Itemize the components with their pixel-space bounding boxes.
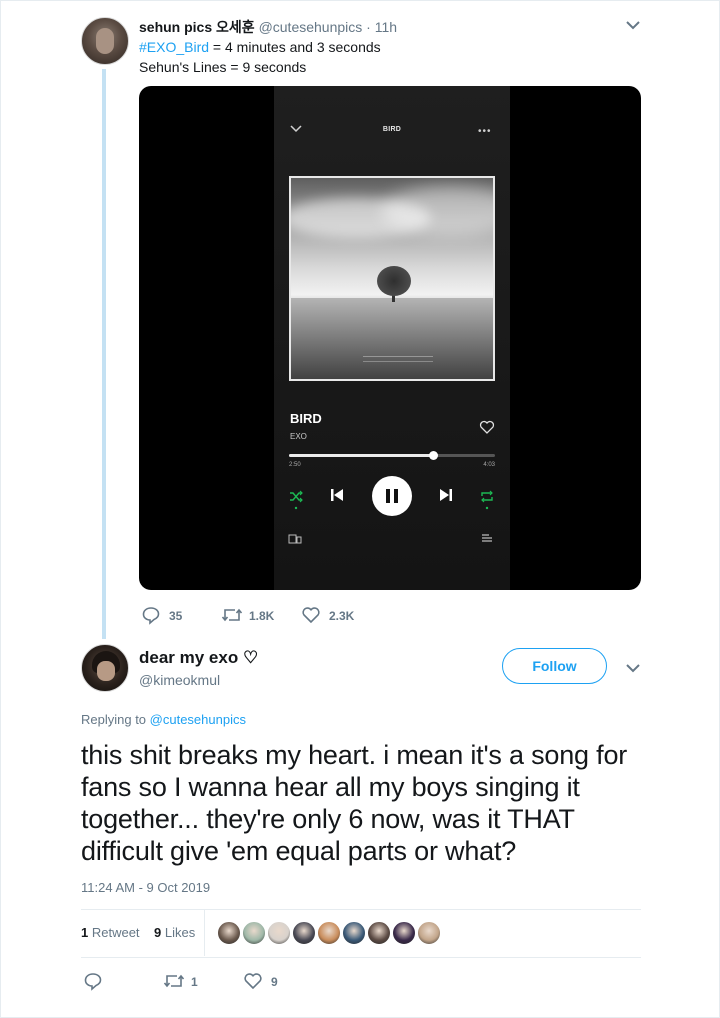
display-name[interactable]: dear my exo ♡: [139, 648, 258, 668]
retweet-icon: [163, 974, 185, 988]
retweets-stat[interactable]: 1 Retweet: [81, 925, 140, 940]
parent-tweet-line-1: #EXO_Bird = 4 minutes and 3 seconds: [139, 37, 381, 57]
progress-fill: [289, 454, 434, 457]
retweet-count: 1.8K: [249, 609, 275, 623]
album-cover: [289, 176, 495, 381]
like-count: 9: [271, 975, 278, 989]
reply-icon: [84, 973, 102, 991]
heart-icon: [244, 973, 262, 990]
parent-tweet-line-1-rest: = 4 minutes and 3 seconds: [209, 39, 381, 55]
parent-username[interactable]: @cutesehunpics: [259, 19, 363, 35]
tweet-text: this shit breaks my heart. i mean it's a…: [81, 740, 628, 866]
parent-tweet-time[interactable]: · 11h: [366, 19, 397, 35]
elapsed-time: 2:50: [289, 462, 301, 468]
queue-icon: [482, 534, 492, 542]
chevron-down-icon[interactable]: [623, 658, 643, 678]
avatar[interactable]: [81, 644, 129, 692]
liker-avatar[interactable]: [267, 921, 291, 945]
total-duration: 4:03: [483, 462, 495, 468]
parent-display-name[interactable]: sehun pics 오세훈: [139, 19, 255, 35]
tweet-timestamp[interactable]: 11:24 AM - 9 Oct 2019: [81, 880, 210, 895]
shuffle-icon: [290, 490, 303, 510]
reply-icon: [142, 607, 160, 625]
media-video[interactable]: BIRD ••• BIRD EXO 2:50 4:03: [139, 86, 641, 590]
liker-avatar[interactable]: [217, 921, 241, 945]
divider: [81, 909, 641, 910]
liker-avatar[interactable]: [242, 921, 266, 945]
chevron-down-icon[interactable]: [623, 15, 643, 35]
player-header-title: BIRD: [382, 126, 402, 133]
parent-tweet-text: #EXO_Bird = 4 minutes and 3 seconds Sehu…: [139, 37, 381, 77]
devices-icon: [288, 534, 302, 544]
like-song-icon: [479, 420, 495, 434]
avatar-face: [96, 28, 114, 54]
retweet-count: 1: [191, 975, 198, 989]
username[interactable]: @kimeokmul: [139, 672, 220, 688]
likes-stat[interactable]: 9 Likes: [154, 925, 195, 940]
stats-separator: [204, 910, 205, 956]
retweets-stat-label: Retweet: [88, 925, 140, 940]
mention-link[interactable]: @cutesehunpics: [150, 712, 246, 727]
likes-stat-label: Likes: [161, 925, 196, 940]
artist-name: EXO: [290, 432, 307, 441]
progress-bar: [289, 451, 495, 460]
progress-knob: [429, 451, 439, 460]
replying-to: Replying to @cutesehunpics: [81, 712, 246, 727]
follow-button[interactable]: Follow: [502, 648, 607, 684]
reply-count: 35: [169, 609, 183, 623]
thread-connector-line: [102, 69, 106, 639]
divider: [81, 957, 641, 958]
parent-tweet-line-2: Sehun's Lines = 9 seconds: [139, 59, 307, 75]
repeat-icon: [481, 490, 493, 510]
music-player-screen: BIRD ••• BIRD EXO 2:50 4:03: [274, 86, 510, 590]
liker-avatar[interactable]: [342, 921, 366, 945]
parent-tweet-header: sehun pics 오세훈 @cutesehunpics · 11h: [139, 17, 397, 37]
avatar[interactable]: [81, 17, 129, 65]
liker-avatar[interactable]: [392, 921, 416, 945]
liker-avatar[interactable]: [417, 921, 441, 945]
hashtag-link[interactable]: #EXO_Bird: [139, 39, 209, 55]
liker-avatar[interactable]: [292, 921, 316, 945]
avatar-face: [97, 661, 115, 681]
pause-icon: [372, 476, 412, 516]
liker-avatar[interactable]: [317, 921, 341, 945]
retweet-icon: [221, 608, 243, 622]
liker-avatar[interactable]: [367, 921, 391, 945]
song-title: BIRD: [290, 411, 322, 426]
engagement-stats: 1 Retweet 9 Likes: [81, 925, 195, 940]
more-options-icon: •••: [478, 126, 492, 137]
previous-track-icon: [331, 489, 343, 501]
next-track-icon: [440, 489, 452, 501]
like-count: 2.3K: [329, 609, 355, 623]
heart-icon: [302, 607, 320, 624]
replying-prefix: Replying to: [81, 712, 150, 727]
tweet-thread-panel: sehun pics 오세훈 @cutesehunpics · 11h #EXO…: [0, 0, 720, 1018]
